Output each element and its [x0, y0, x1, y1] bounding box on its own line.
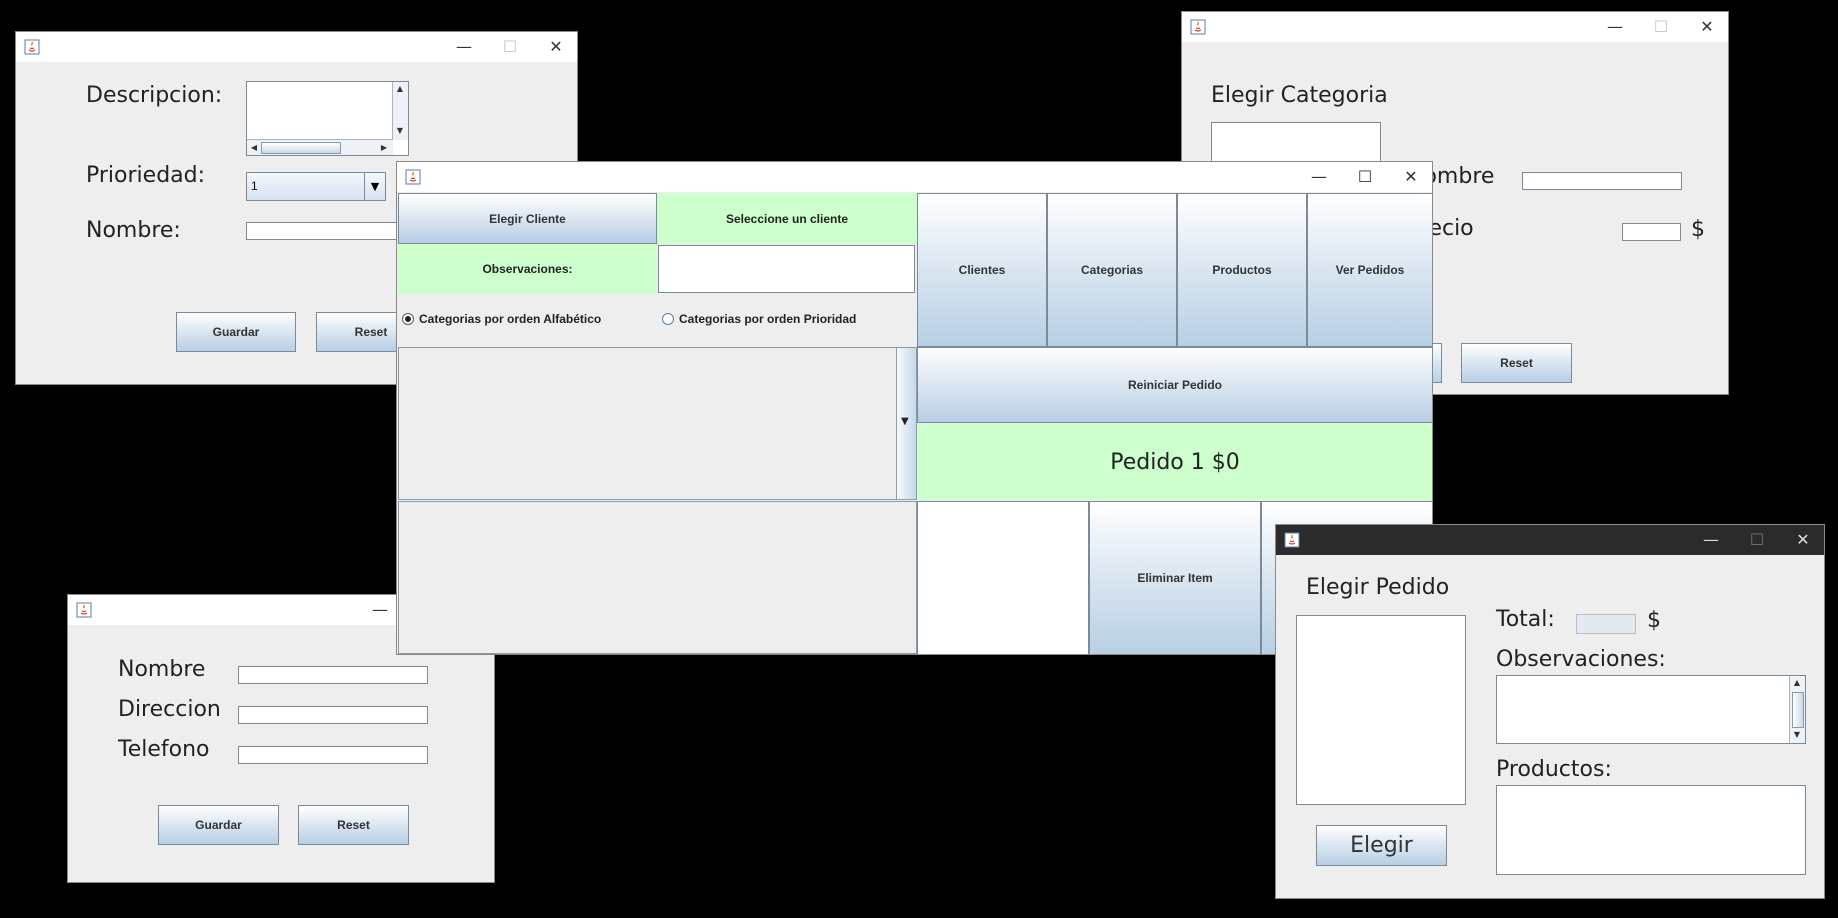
close-button[interactable]: ✕ — [1684, 12, 1728, 42]
total-label: Total: — [1496, 607, 1555, 632]
observaciones-textarea[interactable]: ▲ ▼ — [1496, 675, 1806, 744]
guardar-button[interactable]: Guardar — [158, 805, 279, 845]
ver-pedidos-button[interactable]: Ver Pedidos — [1307, 193, 1432, 347]
elegir-cliente-button[interactable]: Elegir Cliente — [398, 193, 657, 244]
vertical-scrollbar[interactable]: ▲ ▼ — [1789, 676, 1805, 743]
scroll-down-icon[interactable]: ▼ — [1790, 728, 1804, 742]
productos-textarea[interactable] — [1496, 785, 1806, 875]
precio-field[interactable] — [1622, 223, 1681, 241]
direccion-label: Direccion — [118, 697, 221, 722]
maximize-button[interactable]: ☐ — [487, 32, 533, 62]
direccion-field[interactable] — [238, 706, 428, 724]
chevron-down-icon[interactable]: ▼ — [364, 173, 385, 200]
java-icon — [1190, 19, 1206, 35]
maximize-button[interactable]: ☐ — [1734, 525, 1780, 555]
eliminar-item-button[interactable]: Eliminar Item — [1089, 501, 1261, 654]
maximize-button[interactable]: ☐ — [1342, 162, 1388, 192]
maximize-button[interactable]: ☐ — [1638, 12, 1684, 42]
java-icon — [76, 602, 92, 618]
radio-alfabetico-label: Categorias por orden Alfabético — [419, 312, 602, 326]
elegir-categoria-label: Elegir Categoria — [1211, 83, 1388, 108]
java-icon — [24, 39, 40, 55]
currency-symbol: $ — [1647, 608, 1661, 633]
radio-prioridad[interactable]: Categorias por orden Prioridad — [662, 312, 856, 326]
scroll-right-icon[interactable]: ▶ — [377, 141, 391, 155]
currency-symbol: $ — [1691, 217, 1705, 242]
title-bar[interactable]: — ☐ ✕ — [16, 32, 577, 62]
minimize-button[interactable]: — — [1688, 525, 1734, 555]
elegir-pedido-label: Elegir Pedido — [1306, 575, 1450, 600]
vertical-scrollbar[interactable]: ▲ ▼ — [392, 82, 408, 140]
categorias-dropdown-button[interactable]: ▼ — [896, 347, 917, 500]
nombre-label: Nombre: — [86, 218, 181, 243]
scroll-thumb[interactable] — [261, 142, 341, 154]
close-button[interactable]: ✕ — [533, 32, 577, 62]
pedido-status: Pedido 1 $0 — [917, 424, 1432, 500]
title-bar[interactable]: — ☐ ✕ — [1276, 525, 1824, 555]
elegir-button[interactable]: Elegir — [1316, 825, 1447, 866]
radio-checked-icon[interactable] — [402, 313, 414, 325]
java-icon — [405, 169, 421, 185]
reset-button[interactable]: Reset — [1461, 343, 1572, 383]
reset-button[interactable]: Reset — [298, 805, 409, 845]
radio-alfabetico[interactable]: Categorias por orden Alfabético — [402, 312, 601, 326]
telefono-label: Telefono — [118, 737, 210, 762]
observaciones-label: Observaciones: — [398, 244, 657, 294]
prioridad-combobox[interactable]: 1 ▼ — [246, 172, 386, 201]
minimize-button[interactable]: — — [441, 32, 487, 62]
radio-unchecked-icon[interactable] — [662, 313, 674, 325]
clientes-button[interactable]: Clientes — [917, 193, 1047, 347]
pedidos-window: — ☐ ✕ Elegir Pedido Elegir Total: $ Obse… — [1275, 524, 1825, 899]
nombre-field[interactable] — [246, 222, 410, 240]
observaciones-field[interactable] — [658, 245, 915, 293]
pedidos-list[interactable] — [1296, 615, 1466, 805]
java-icon — [1284, 532, 1300, 548]
prioridad-value: 1 — [251, 179, 258, 193]
close-button[interactable]: ✕ — [1780, 525, 1824, 555]
reiniciar-pedido-button[interactable]: Reiniciar Pedido — [917, 347, 1432, 423]
scroll-up-icon[interactable]: ▲ — [393, 82, 407, 96]
items-list[interactable] — [917, 501, 1089, 654]
title-bar[interactable]: — ☐ ✕ — [1182, 12, 1728, 42]
productos-button[interactable]: Productos — [1177, 193, 1307, 347]
title-bar[interactable]: — ☐ ✕ — [397, 162, 1432, 192]
nombre-field[interactable] — [1522, 172, 1682, 190]
scroll-thumb[interactable] — [1792, 692, 1804, 728]
categorias-list[interactable] — [398, 347, 897, 500]
observaciones-label: Observaciones: — [1496, 647, 1666, 672]
chevron-down-icon: ▼ — [901, 416, 909, 427]
minimize-button[interactable]: — — [1296, 162, 1342, 192]
descripcion-textarea[interactable]: ▲ ▼ ◀ ▶ — [246, 81, 409, 156]
descripcion-label: Descripcion: — [86, 83, 223, 108]
productos-panel — [398, 501, 917, 654]
total-field — [1576, 614, 1636, 634]
prioridad-label: Prioriedad: — [86, 163, 206, 188]
horizontal-scrollbar[interactable]: ◀ ▶ — [247, 139, 393, 155]
close-button[interactable]: ✕ — [1388, 162, 1432, 192]
categorias-button[interactable]: Categorias — [1047, 193, 1177, 347]
cliente-status: Seleccione un cliente — [657, 193, 917, 244]
telefono-field[interactable] — [238, 746, 428, 764]
radio-prioridad-label: Categorias por orden Prioridad — [679, 312, 857, 326]
nombre-field[interactable] — [238, 666, 428, 684]
scroll-up-icon[interactable]: ▲ — [1790, 676, 1804, 690]
productos-label: Productos: — [1496, 757, 1612, 782]
minimize-button[interactable]: — — [1592, 12, 1638, 42]
scroll-left-icon[interactable]: ◀ — [247, 141, 261, 155]
nombre-label: Nombre — [118, 657, 206, 682]
guardar-button[interactable]: Guardar — [176, 312, 296, 352]
scroll-down-icon[interactable]: ▼ — [393, 124, 407, 138]
